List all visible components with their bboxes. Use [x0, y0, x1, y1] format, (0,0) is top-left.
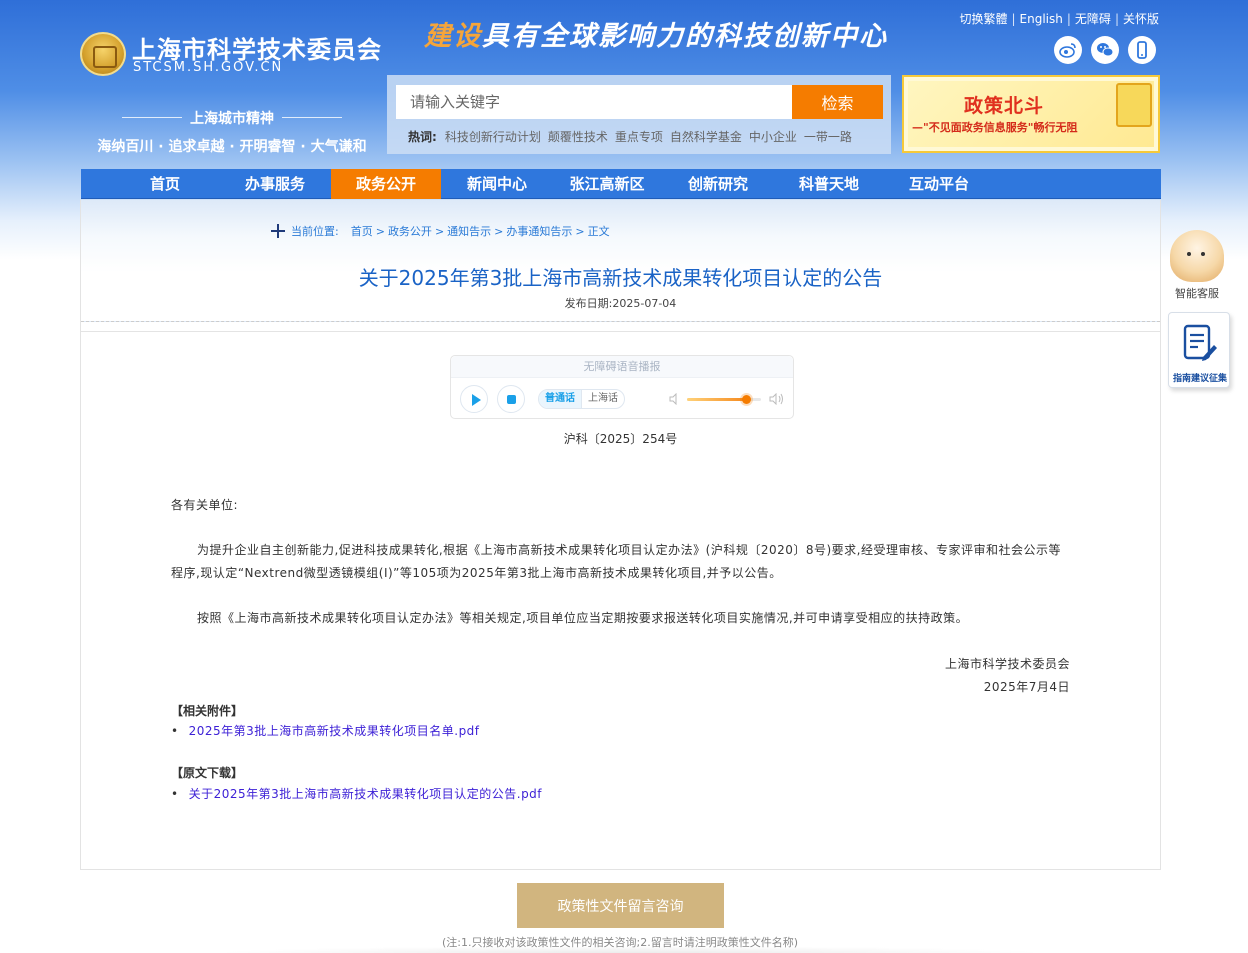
slogan-rest: 具有全球影响力的科技创新中心 — [482, 21, 888, 52]
policy-consult-button[interactable]: 政策性文件留言咨询 — [517, 883, 724, 928]
hot-word[interactable]: 科技创新行动计划 — [445, 130, 541, 144]
nav-item-news[interactable]: 新闻中心 — [442, 169, 552, 199]
audio-player: 无障碍语音播报 普通话 上海话 — [450, 355, 794, 419]
volume-slider[interactable] — [687, 395, 761, 404]
emblem-icon — [80, 32, 126, 76]
page-title: 关于2025年第3批上海市高新技术成果转化项目认定的公告 — [358, 266, 883, 290]
hot-word[interactable]: 中小企业 — [749, 130, 797, 144]
signature-date: 2025年7月4日 — [983, 680, 1070, 694]
attachment-link[interactable]: 2025年第3批上海市高新技术成果转化项目名单.pdf — [171, 722, 480, 739]
weibo-icon[interactable] — [1054, 36, 1082, 64]
attachments-heading: 【相关附件】 — [171, 704, 244, 718]
volume-low-icon — [669, 393, 677, 405]
breadcrumb-item[interactable]: 办事通知告示 — [506, 225, 572, 238]
original-heading: 【原文下载】 — [171, 766, 244, 780]
city-spirit-text: 海纳百川 · 追求卓越 · 开明睿智 · 大气谦和 — [97, 139, 367, 155]
nav-item-research[interactable]: 创新研究 — [663, 169, 773, 199]
hot-words: 热词: 科技创新行动计划 颠覆性技术 重点专项 自然科学基金 中小企业 一带一路 — [408, 128, 859, 145]
search-box: 检索 热词: 科技创新行动计划颠覆性技术重点专项自然科学基金中小企业一带一路 — [387, 75, 891, 154]
publish-date: 发布日期:2025-07-04 — [564, 297, 677, 310]
volume-slider-knob[interactable] — [742, 395, 752, 404]
guide-feedback-widget[interactable]: 指南建议征集 — [1168, 312, 1230, 388]
hot-word[interactable]: 重点专项 — [615, 130, 663, 144]
nav-item-zhangjiang[interactable]: 张江高新区 — [552, 169, 662, 199]
divider — [81, 331, 1160, 332]
hot-word[interactable]: 自然科学基金 — [670, 130, 742, 144]
breadcrumb-item[interactable]: 通知告示 — [447, 225, 491, 238]
link-traditional[interactable]: 切换繁體 — [959, 12, 1007, 26]
location-icon — [271, 224, 285, 238]
mobile-icon[interactable] — [1128, 36, 1156, 64]
salutation: 各有关单位: — [171, 498, 239, 512]
article-header: 当前位置: 首页 > 政务公开 > 通知告示 > 办事通知告示 > 正文 关于2025年第3批上海… — [81, 200, 1160, 322]
link-care-version[interactable]: 关怀版 — [1123, 12, 1159, 26]
nav-item-science-popularization[interactable]: 科普天地 — [774, 169, 884, 199]
play-button[interactable] — [460, 385, 488, 413]
top-links: 切换繁體 | English | 无障碍 | 关怀版 — [959, 12, 1159, 26]
document-icon — [1116, 83, 1152, 127]
nav-item-government-affairs[interactable]: 政务公开 — [331, 169, 441, 199]
volume-high-icon — [769, 393, 783, 405]
hot-word[interactable]: 颠覆性技术 — [548, 130, 608, 144]
hot-words-label: 热词: — [408, 130, 437, 144]
nav-item-home[interactable]: 首页 — [110, 169, 220, 199]
original-download-link[interactable]: 关于2025年第3批上海市高新技术成果转化项目认定的公告.pdf — [171, 785, 542, 802]
document-number: 沪科〔2025〕254号 — [563, 432, 678, 446]
promo-title: 政策北斗 — [964, 95, 1045, 117]
lang-mandarin[interactable]: 普通话 — [539, 390, 582, 408]
wechat-icon[interactable] — [1091, 36, 1119, 64]
language-switch: 普通话 上海话 — [538, 389, 625, 409]
paragraph: 为提升企业自主创新能力,促进科技成果转化,根据《上海市高新技术成果转化项目认定办… — [171, 543, 1061, 580]
guide-feedback-label: 指南建议征集 — [1172, 374, 1227, 384]
slogan: 建设具有全球影响力的科技创新中心 — [424, 14, 888, 53]
city-spirit: 上海城市精神 海纳百川 · 追求卓越 · 开明睿智 · 大气谦和 — [82, 106, 382, 158]
breadcrumb-item[interactable]: 首页 — [351, 225, 373, 238]
link-english[interactable]: English — [1020, 12, 1063, 26]
breadcrumb-item: 正文 — [587, 225, 610, 238]
slogan-highlight: 建设 — [424, 21, 482, 52]
link-accessibility[interactable]: 无障碍 — [1075, 12, 1111, 26]
stop-button[interactable] — [497, 385, 525, 413]
hot-word[interactable]: 一带一路 — [804, 130, 852, 144]
content-panel: 当前位置: 首页 > 政务公开 > 通知告示 > 办事通知告示 > 正文 关于2025年第3批上海… — [80, 200, 1161, 870]
breadcrumb: 当前位置: 首页 > 政务公开 > 通知告示 > 办事通知告示 > 正文 — [271, 223, 610, 239]
volume-slider-fill — [687, 398, 747, 401]
lang-shanghainese[interactable]: 上海话 — [582, 390, 624, 408]
breadcrumb-item[interactable]: 政务公开 — [388, 225, 432, 238]
city-spirit-title: 上海城市精神 — [82, 108, 382, 128]
main-nav: 首页 办事服务 政务公开 新闻中心 张江高新区 创新研究 科普天地 互动平台 — [81, 169, 1161, 199]
search-input[interactable] — [396, 85, 792, 119]
search-button[interactable]: 检索 — [792, 85, 883, 119]
player-title: 无障碍语音播报 — [451, 356, 793, 378]
nav-item-services[interactable]: 办事服务 — [220, 169, 330, 199]
site-logo[interactable]: 上海市科学技术委员会 STCSM.SH.GOV.CN — [80, 30, 400, 78]
promo-banner[interactable]: 政策北斗 —"不见面政务信息服务"畅行无阻 — [902, 75, 1160, 153]
breadcrumb-label: 当前位置: — [291, 225, 339, 238]
signature-org: 上海市科学技术委员会 — [944, 657, 1070, 671]
paragraph: 按照《上海市高新技术成果转化项目认定办法》等相关规定,项目单位应当定期按要求报送… — [197, 611, 969, 625]
smart-service-widget[interactable]: 智能客服 — [1166, 222, 1228, 302]
footer-shadow — [210, 946, 1050, 953]
smart-service-label: 智能客服 — [1175, 287, 1219, 300]
promo-subtitle: —"不见面政务信息服务"畅行无阻 — [912, 121, 1078, 134]
clipboard-pen-icon — [1183, 324, 1217, 361]
mascot-icon — [1170, 230, 1224, 282]
nav-item-interaction[interactable]: 互动平台 — [884, 169, 994, 199]
logo-domain: STCSM.SH.GOV.CN — [133, 60, 284, 75]
